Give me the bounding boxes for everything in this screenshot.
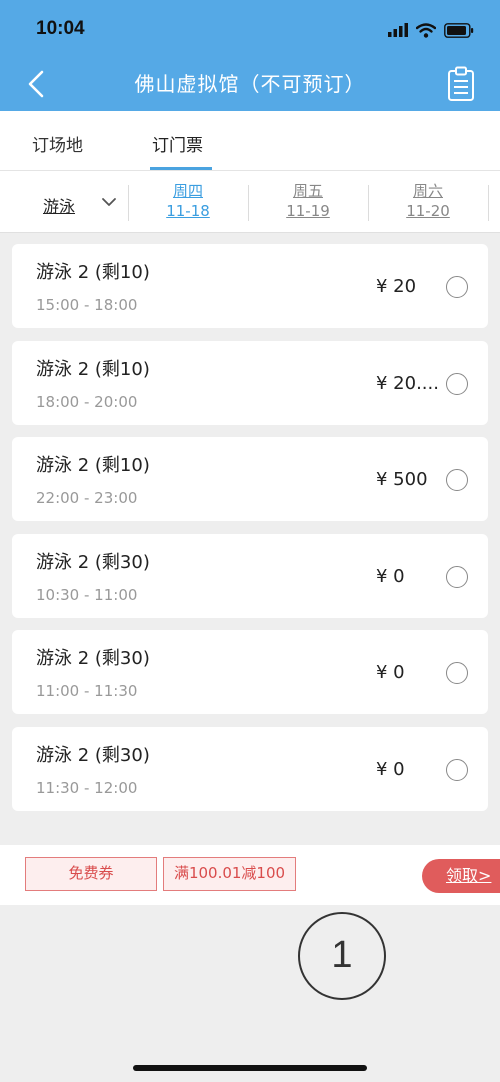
coupon-bar: 免费券 满100.01减100 领取> <box>0 845 500 905</box>
ticket-name: 游泳 2 (剩10) <box>36 262 150 283</box>
home-indicator[interactable] <box>133 1065 367 1071</box>
ticket-price: ¥ 0 <box>376 759 405 780</box>
select-radio[interactable] <box>446 759 468 781</box>
ticket-price: ¥ 20.... <box>376 373 439 394</box>
number-badge: 1 <box>298 912 386 1000</box>
select-radio[interactable] <box>446 469 468 491</box>
chevron-down-icon[interactable] <box>100 193 118 211</box>
ticket-card[interactable]: 游泳 2 (剩10) 18:00 - 20:00 ¥ 20.... <box>12 341 488 425</box>
status-icons <box>388 20 474 40</box>
date-tab-friday[interactable]: 周五 11-19 <box>268 181 348 221</box>
ticket-name: 游泳 2 (剩30) <box>36 745 150 766</box>
signal-icon <box>388 23 408 37</box>
ticket-time: 15:00 - 18:00 <box>36 296 138 314</box>
sport-selector[interactable]: 游泳 <box>43 193 75 217</box>
ticket-time: 18:00 - 20:00 <box>36 393 138 411</box>
divider <box>128 185 129 221</box>
claim-button[interactable]: 领取> <box>422 859 500 893</box>
ticket-card[interactable]: 游泳 2 (剩10) 15:00 - 18:00 ¥ 20 <box>12 244 488 328</box>
ticket-card[interactable]: 游泳 2 (剩30) 11:00 - 11:30 ¥ 0 <box>12 630 488 714</box>
tab-bar: 订场地 订门票 <box>0 111 500 171</box>
select-radio[interactable] <box>446 662 468 684</box>
ticket-time: 10:30 - 11:00 <box>36 586 138 604</box>
coupon-free-ticket[interactable]: 免费券 <box>25 857 157 891</box>
ticket-card[interactable]: 游泳 2 (剩30) 11:30 - 12:00 ¥ 0 <box>12 727 488 811</box>
date-tab-weekday: 周四 <box>172 182 203 200</box>
date-filter-bar: 游泳 周四 11-18 周五 11-19 周六 11-20 <box>0 171 500 233</box>
clipboard-icon[interactable] <box>446 66 476 102</box>
date-tab-saturday[interactable]: 周六 11-20 <box>388 181 468 221</box>
status-time: 10:04 <box>36 18 85 39</box>
date-tab-thursday[interactable]: 周四 11-18 <box>148 181 228 221</box>
ticket-name: 游泳 2 (剩10) <box>36 455 150 476</box>
ticket-card[interactable]: 游泳 2 (剩10) 22:00 - 23:00 ¥ 500 <box>12 437 488 521</box>
ticket-name: 游泳 2 (剩30) <box>36 552 150 573</box>
date-tab-date: 11-18 <box>166 202 210 220</box>
ticket-name: 游泳 2 (剩30) <box>36 648 150 669</box>
select-radio[interactable] <box>446 276 468 298</box>
wifi-icon <box>416 22 436 38</box>
date-tab-weekday: 周五 <box>292 182 323 200</box>
battery-icon <box>444 22 474 38</box>
header-bar: 10:04 佛山虚拟馆（不可预订） <box>0 0 500 111</box>
back-arrow-icon[interactable] <box>22 66 52 102</box>
ticket-price: ¥ 20 <box>376 276 417 297</box>
tab-venue-booking[interactable]: 订场地 <box>32 131 83 156</box>
select-radio[interactable] <box>446 373 468 395</box>
ticket-price: ¥ 0 <box>376 566 405 587</box>
ticket-price: ¥ 0 <box>376 662 405 683</box>
ticket-card[interactable]: 游泳 2 (剩30) 10:30 - 11:00 ¥ 0 <box>12 534 488 618</box>
ticket-time: 22:00 - 23:00 <box>36 489 138 507</box>
ticket-name: 游泳 2 (剩10) <box>36 359 150 380</box>
divider <box>488 185 489 221</box>
divider <box>368 185 369 221</box>
coupon-discount[interactable]: 满100.01减100 <box>163 857 296 891</box>
divider <box>248 185 249 221</box>
page-title: 佛山虚拟馆（不可预订） <box>134 72 366 96</box>
date-tab-weekday: 周六 <box>412 182 443 200</box>
ticket-time: 11:00 - 11:30 <box>36 682 138 700</box>
nav-bar: 佛山虚拟馆（不可预订） <box>0 58 500 111</box>
tab-ticket-booking[interactable]: 订门票 <box>152 131 203 156</box>
select-radio[interactable] <box>446 566 468 588</box>
ticket-time: 11:30 - 12:00 <box>36 779 138 797</box>
date-tab-date: 11-20 <box>406 202 450 220</box>
date-tab-date: 11-19 <box>286 202 330 220</box>
active-tab-indicator <box>150 167 212 170</box>
status-bar: 10:04 <box>0 0 500 58</box>
ticket-price: ¥ 500 <box>376 469 428 490</box>
